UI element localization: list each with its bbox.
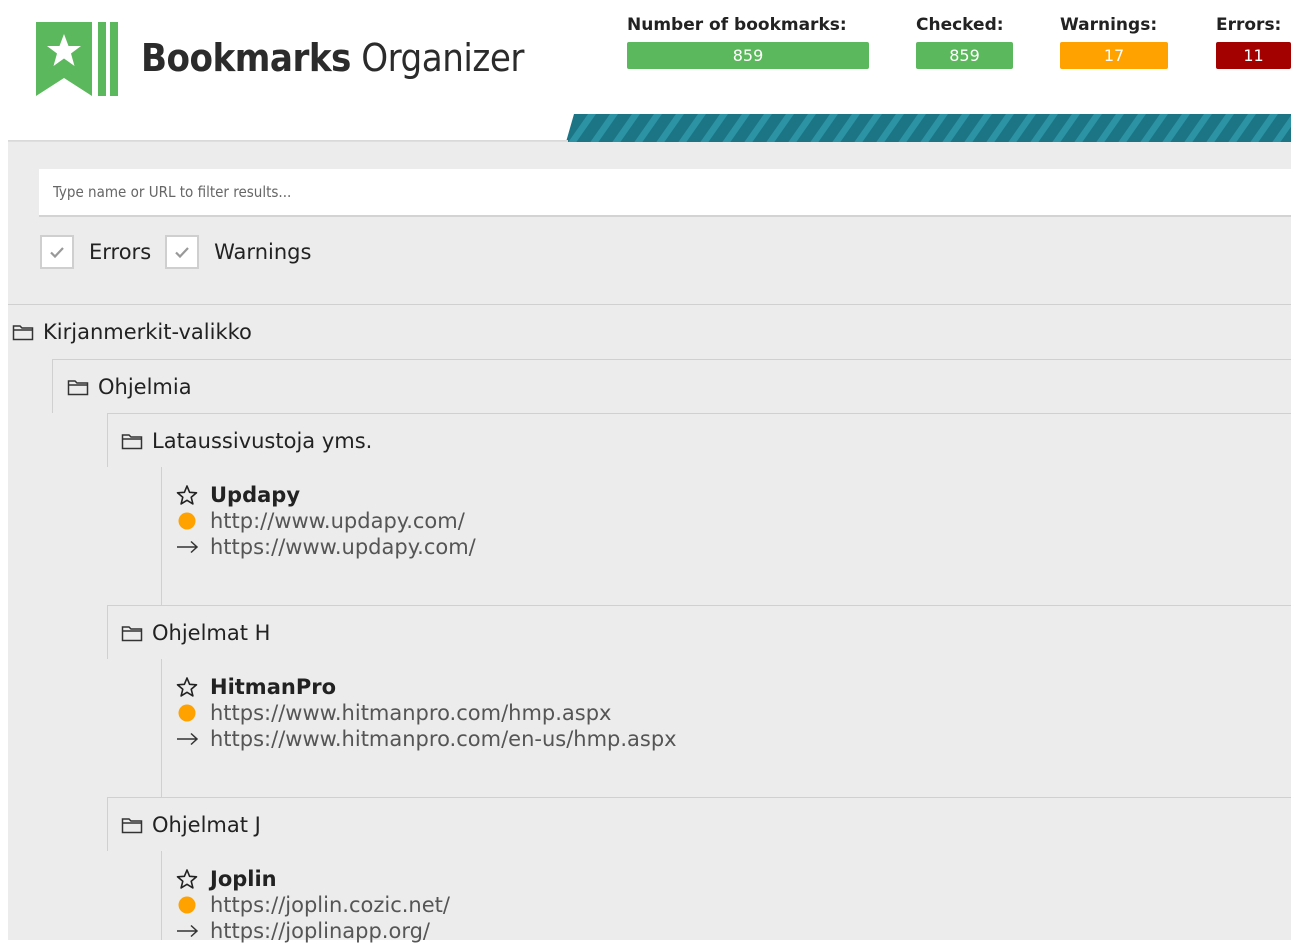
decorative-stripe-band [566, 114, 1291, 142]
stat-checked-label: Checked: [916, 15, 1004, 35]
folder-label: Ohjelmat H [152, 620, 271, 645]
bookmark-title: HitmanPro [210, 675, 336, 699]
bookmark-url[interactable]: https://www.hitmanpro.com/hmp.aspx [210, 700, 611, 726]
warning-dot-icon [178, 704, 196, 722]
app-title: Bookmarks Organizer [141, 36, 524, 80]
bookmark-url[interactable]: http://www.updapy.com/ [210, 508, 465, 534]
checkmark-icon [175, 247, 189, 259]
folder-icon [121, 625, 143, 641]
filter-checkboxes: Errors Warnings [40, 232, 325, 272]
stat-warnings-value: 17 [1060, 42, 1168, 69]
filter-input[interactable] [39, 169, 1291, 217]
tree-line [161, 467, 162, 605]
checkmark-icon [50, 247, 64, 259]
stat-errors: Errors: 11 [1216, 14, 1291, 69]
folder-label: Kirjanmerkit-valikko [43, 320, 252, 344]
warning-dot-icon [178, 512, 196, 530]
star-icon [176, 869, 198, 889]
folder-label: Ohjelmat J [152, 812, 261, 837]
redirect-arrow-icon [177, 732, 199, 746]
folder-ohjelmat-h[interactable]: Ohjelmat H [107, 605, 1291, 659]
warning-dot-icon [178, 896, 196, 914]
stat-warnings-label: Warnings: [1060, 15, 1158, 35]
folder-root[interactable]: Kirjanmerkit-valikko [8, 305, 1291, 359]
bookmark-url[interactable]: https://joplin.cozic.net/ [210, 892, 450, 918]
folder-icon [67, 379, 89, 395]
stat-errors-label: Errors: [1216, 15, 1282, 35]
bookmark-redirect-url[interactable]: https://www.hitmanpro.com/en-us/hmp.aspx [210, 726, 677, 752]
bookmark-redirect-url[interactable]: https://www.updapy.com/ [210, 534, 476, 560]
bookmark-title: Updapy [210, 483, 301, 507]
folder-lataussivustoja[interactable]: Lataussivustoja yms. [107, 413, 1291, 467]
tree-line [161, 851, 162, 940]
star-icon [176, 677, 198, 697]
main-panel: Errors Warnings Kirjanmerkit-valikko Ohj… [8, 142, 1291, 943]
stat-bookmarks: Number of bookmarks: 859 [627, 14, 869, 69]
bookmark-item: Joplin https://joplin.cozic.net/ https:/… [176, 866, 450, 944]
warnings-checkbox-label: Warnings [214, 240, 312, 264]
folder-icon [121, 817, 143, 833]
tree-line [161, 659, 162, 797]
bookmark-item: Updapy http://www.updapy.com/ https://ww… [176, 482, 476, 560]
bookmark-redirect-url[interactable]: https://joplinapp.org/ [210, 918, 430, 944]
folder-ohjelmia[interactable]: Ohjelmia [52, 359, 1291, 413]
folder-icon [121, 433, 143, 449]
app-header: Bookmarks Organizer Number of bookmarks:… [0, 0, 1291, 144]
stat-checked: Checked: 859 [916, 14, 1013, 69]
folder-ohjelmat-j[interactable]: Ohjelmat J [107, 797, 1291, 851]
errors-checkbox-label: Errors [89, 240, 152, 264]
stat-bookmarks-label: Number of bookmarks: [627, 15, 847, 35]
errors-checkbox[interactable] [40, 235, 74, 269]
stat-checked-value: 859 [916, 42, 1013, 69]
bookmark-title: Joplin [210, 867, 277, 891]
redirect-arrow-icon [177, 924, 199, 938]
redirect-arrow-icon [177, 540, 199, 554]
stat-bookmarks-value: 859 [627, 42, 869, 69]
bookmark-logo-icon [36, 22, 118, 96]
warnings-checkbox[interactable] [165, 235, 200, 269]
star-icon [176, 485, 198, 505]
stat-errors-value: 11 [1216, 42, 1291, 69]
stat-warnings: Warnings: 17 [1060, 14, 1168, 69]
folder-label: Lataussivustoja yms. [152, 428, 373, 453]
folder-icon [12, 325, 34, 341]
bookmark-item: HitmanPro https://www.hitmanpro.com/hmp.… [176, 674, 677, 752]
folder-label: Ohjelmia [98, 374, 192, 399]
